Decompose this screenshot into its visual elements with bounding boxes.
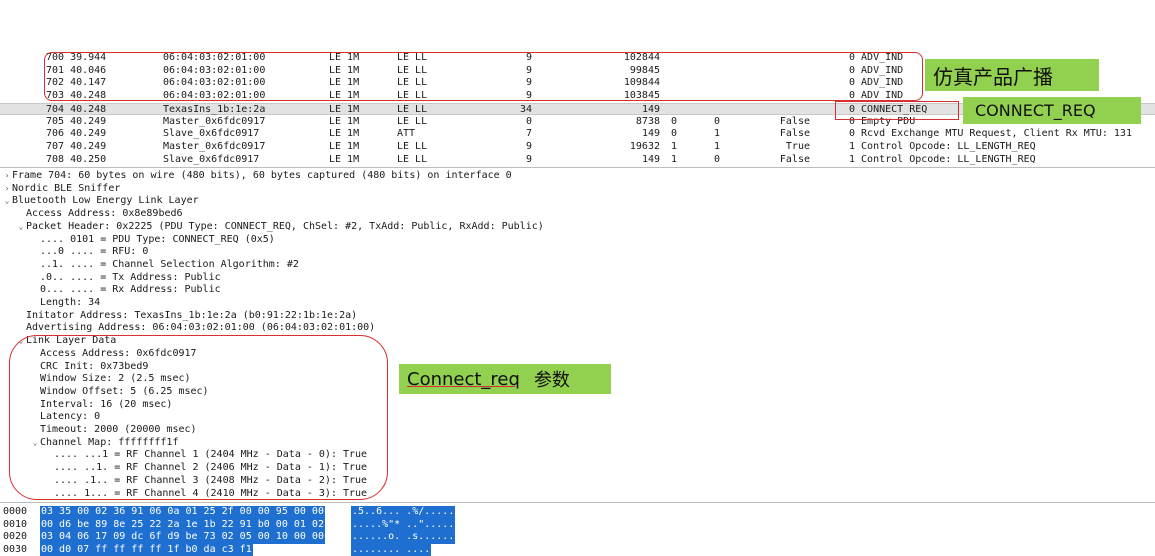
packet-sn: 0	[665, 116, 677, 129]
hex-bytes: 03 04 06 17 09 dc 6f d9 be 73 02 05 00 1…	[40, 531, 325, 544]
tree-item-text: Nordic BLE Sniffer	[12, 183, 120, 194]
tree-item[interactable]: ⌄Bluetooth Low Energy Link Layer	[2, 195, 199, 208]
tree-item-text: 0... .... = Rx Address: Public	[40, 284, 221, 295]
packet-delta-time: 149	[608, 128, 660, 141]
tree-item[interactable]: 0... .... = Rx Address: Public	[30, 284, 221, 297]
packet-protocol: LE LL	[397, 116, 427, 129]
packet-protocol: ATT	[397, 128, 415, 141]
packet-info: 0 Rcvd Exchange MTU Request, Client Rx M…	[849, 128, 1132, 141]
tree-item[interactable]: ›Nordic BLE Sniffer	[2, 183, 120, 196]
adv-packets-highlight	[44, 52, 923, 101]
tree-item-text: Advertising Address: 06:04:03:02:01:00 (…	[26, 322, 375, 333]
packet-nesn: 1	[708, 141, 720, 154]
tree-item[interactable]: ›Frame 704: 60 bytes on wire (480 bits),…	[2, 170, 512, 183]
packet-row[interactable]: 708 40.250 Slave_0x6fdc0917 LE 1M LE LL 9 149…	[0, 154, 1155, 167]
packet-phy: LE 1M	[329, 116, 359, 129]
hex-bytes: 00 d0 07 ff ff ff ff 1f b0 da c3 f1	[40, 544, 253, 556]
packet-list-divider[interactable]	[0, 167, 1155, 168]
expand-arrow-icon[interactable]: ⌄	[16, 221, 26, 234]
collapse-arrow-icon[interactable]: ›	[2, 183, 12, 196]
tree-item[interactable]: ..1. .... = Channel Selection Algorithm:…	[30, 259, 299, 272]
hex-offset: 0020	[3, 531, 27, 544]
tree-item-text: Access Address: 0x8e89bed6	[26, 208, 183, 219]
tree-item-text: ...0 .... = RFU: 0	[40, 246, 148, 257]
collapse-arrow-icon[interactable]: ›	[2, 170, 12, 183]
hex-offset: 0030	[3, 544, 27, 556]
packet-sn: 0	[665, 128, 677, 141]
tree-item-text: Initator Address: TexasIns_1b:1e:2a (b0:…	[26, 310, 357, 321]
tree-item[interactable]: Advertising Address: 06:04:03:02:01:00 (…	[16, 322, 375, 335]
packet-more-data: True	[778, 141, 810, 154]
hex-row[interactable]: 0010 00 d6 be 89 8e 25 22 2a 1e 1b 22 91 …	[0, 519, 1155, 532]
packet-more-data: False	[778, 154, 810, 167]
packet-nesn: 0	[708, 116, 720, 129]
details-divider[interactable]	[0, 502, 1155, 503]
packet-phy: LE 1M	[329, 141, 359, 154]
packet-source: Master_0x6fdc0917	[163, 141, 265, 154]
packet-row[interactable]: 707 40.249 Master_0x6fdc0917 LE 1M LE LL 9 19…	[0, 141, 1155, 154]
params-label-en: Connect_req	[407, 369, 520, 390]
tree-item[interactable]: Length: 34	[30, 297, 100, 310]
packet-delta-time: 19632	[608, 141, 660, 154]
packet-nesn: 0	[708, 154, 720, 167]
adv-annotation-label: 仿真产品广播	[925, 59, 1099, 91]
expand-arrow-icon[interactable]: ⌄	[2, 195, 12, 208]
hex-ascii: ......o. .s......	[351, 531, 455, 544]
packet-delta-time: 149	[608, 154, 660, 167]
packet-length: 0	[480, 116, 532, 129]
tree-item-text: Frame 704: 60 bytes on wire (480 bits), …	[12, 170, 512, 181]
tree-item-text: .0.. .... = Tx Address: Public	[40, 272, 221, 283]
tree-item-text: Bluetooth Low Energy Link Layer	[12, 195, 199, 206]
tree-item[interactable]: .0.. .... = Tx Address: Public	[30, 272, 221, 285]
tree-item-text: Length: 34	[40, 297, 100, 308]
packet-number-time: 707 40.249	[46, 141, 106, 154]
hex-ascii: .....%"* ..".....	[351, 519, 455, 532]
hex-ascii: ........ ....	[351, 544, 431, 556]
hex-row[interactable]: 0000 03 35 00 02 36 91 06 0a 01 25 2f 00 …	[0, 506, 1155, 519]
tree-item[interactable]: ⌄Packet Header: 0x2225 (PDU Type: CONNEC…	[16, 221, 544, 234]
packet-number-time: 705 40.249	[46, 116, 106, 129]
params-label-cn: 参数	[534, 366, 570, 392]
packet-info: 1 Control Opcode: LL_LENGTH_REQ	[849, 141, 1036, 154]
packet-sn: 1	[665, 154, 677, 167]
tree-item-text: ..1. .... = Channel Selection Algorithm:…	[40, 259, 299, 270]
connect-req-highlight	[835, 101, 959, 120]
packet-info: 1 Control Opcode: LL_LENGTH_REQ	[849, 154, 1036, 167]
packet-source: Slave_0x6fdc0917	[163, 154, 259, 167]
packet-nesn: 1	[708, 128, 720, 141]
params-annotation-label: Connect_req 参数	[399, 364, 611, 394]
packet-more-data: False	[778, 128, 810, 141]
hex-row[interactable]: 0030 00 d0 07 ff ff ff ff 1f b0 da c3 f1.…	[0, 544, 1155, 556]
tree-item[interactable]: Access Address: 0x8e89bed6	[16, 208, 183, 221]
hex-offset: 0000	[3, 506, 27, 519]
packet-more-data: False	[778, 116, 810, 129]
packet-source: Slave_0x6fdc0917	[163, 128, 259, 141]
tree-item[interactable]: Initator Address: TexasIns_1b:1e:2a (b0:…	[16, 310, 357, 323]
packet-number-time: 708 40.250	[46, 154, 106, 167]
hex-row[interactable]: 0020 03 04 06 17 09 dc 6f d9 be 73 02 05 …	[0, 531, 1155, 544]
packet-sn: 1	[665, 141, 677, 154]
tree-item-text: .... 0101 = PDU Type: CONNECT_REQ (0x5)	[40, 234, 275, 245]
packet-row[interactable]: 706 40.249 Slave_0x6fdc0917 LE 1M ATT 7 149 0 1…	[0, 128, 1155, 141]
packet-length: 9	[480, 141, 532, 154]
packet-length: 7	[480, 128, 532, 141]
hex-offset: 0010	[3, 519, 27, 532]
hex-ascii: .5..6... .%/.....	[351, 506, 455, 519]
packet-phy: LE 1M	[329, 128, 359, 141]
hex-bytes: 00 d6 be 89 8e 25 22 2a 1e 1b 22 91 b0 0…	[40, 519, 325, 532]
packet-delta-time: 8738	[608, 116, 660, 129]
hex-bytes: 03 35 00 02 36 91 06 0a 01 25 2f 00 00 9…	[40, 506, 325, 519]
packet-number-time: 706 40.249	[46, 128, 106, 141]
connect-req-annotation-label: CONNECT_REQ	[963, 97, 1141, 124]
link-layer-data-highlight	[9, 335, 388, 500]
tree-item[interactable]: .... 0101 = PDU Type: CONNECT_REQ (0x5)	[30, 234, 275, 247]
tree-item[interactable]: ...0 .... = RFU: 0	[30, 246, 148, 259]
packet-length: 9	[480, 154, 532, 167]
packet-protocol: LE LL	[397, 141, 427, 154]
packet-source: Master_0x6fdc0917	[163, 116, 265, 129]
packet-protocol: LE LL	[397, 154, 427, 167]
packet-phy: LE 1M	[329, 154, 359, 167]
tree-item-text: Packet Header: 0x2225 (PDU Type: CONNECT…	[26, 221, 544, 232]
